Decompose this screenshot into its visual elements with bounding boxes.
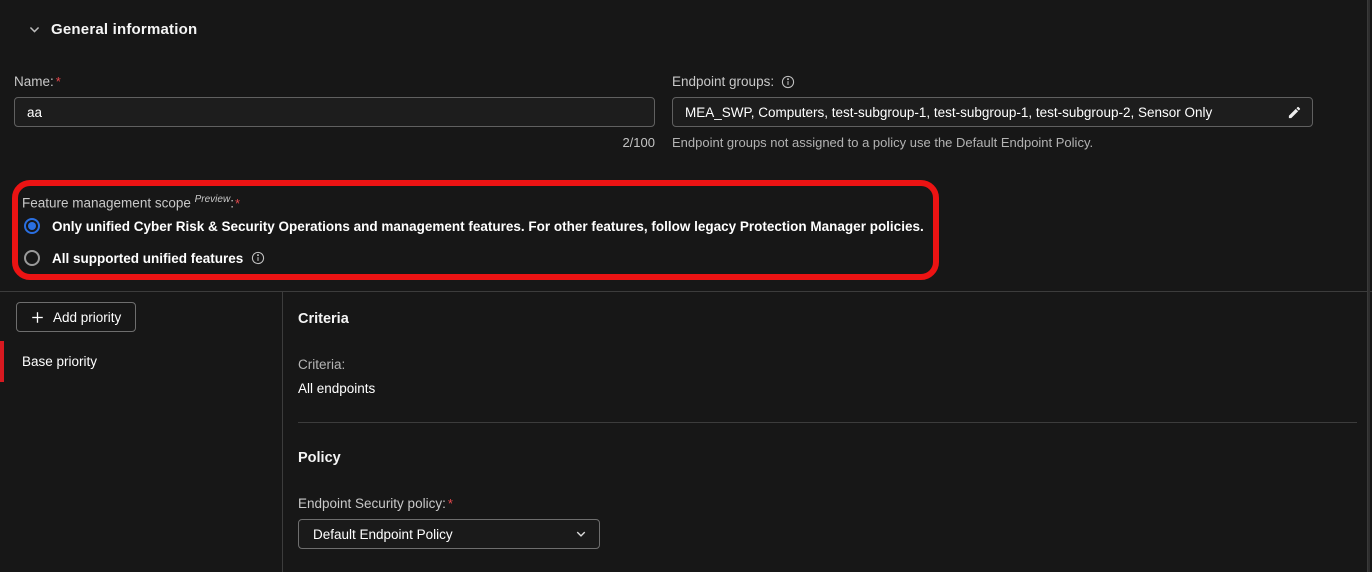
criteria-value: All endpoints (298, 381, 375, 396)
name-input[interactable] (14, 97, 655, 127)
chevron-down-icon (28, 23, 41, 36)
required-asterisk: * (448, 496, 453, 511)
section-divider (298, 422, 1357, 423)
dropdown-selected-value: Default Endpoint Policy (313, 527, 453, 542)
radio-option-label: Only unified Cyber Risk & Security Opera… (52, 219, 924, 234)
endpoint-groups-helper: Endpoint groups not assigned to a policy… (672, 135, 1093, 150)
char-counter: 2/100 (14, 135, 655, 150)
info-icon[interactable] (781, 75, 795, 89)
policy-heading: Policy (298, 450, 341, 466)
radio-option-all-supported[interactable]: All supported unified features (24, 250, 265, 266)
endpoint-groups-field[interactable]: MEA_SWP, Computers, test-subgroup-1, tes… (672, 97, 1313, 127)
required-asterisk: * (235, 196, 240, 211)
info-icon[interactable] (251, 251, 265, 265)
radio-option-label: All supported unified features (52, 251, 265, 266)
criteria-label: Criteria: (298, 357, 345, 372)
criteria-heading: Criteria (298, 311, 349, 327)
edit-pencil-icon[interactable] (1287, 105, 1302, 120)
endpoint-groups-label: Endpoint groups: (672, 74, 795, 89)
priority-item-base[interactable]: Base priority (0, 341, 282, 382)
radio-selected-icon[interactable] (24, 218, 40, 234)
feature-scope-label: Feature management scope Preview:* (22, 194, 240, 211)
endpoint-security-policy-label: Endpoint Security policy:* (298, 496, 453, 511)
preview-tag: Preview (195, 194, 231, 205)
section-title: General information (51, 21, 197, 38)
plus-icon (31, 311, 44, 324)
endpoint-security-policy-dropdown[interactable]: Default Endpoint Policy (298, 519, 600, 549)
scrollbar-track[interactable] (1367, 0, 1370, 572)
radio-unselected-icon[interactable] (24, 250, 40, 266)
name-label: Name:* (14, 74, 61, 89)
priority-item-label: Base priority (22, 354, 97, 369)
general-information-header[interactable]: General information (28, 21, 197, 38)
radio-option-unified-cyber-risk[interactable]: Only unified Cyber Risk & Security Opera… (24, 218, 924, 234)
horizontal-divider (0, 291, 1372, 292)
chevron-down-icon (575, 528, 587, 540)
endpoint-groups-value: MEA_SWP, Computers, test-subgroup-1, tes… (685, 105, 1277, 120)
add-priority-label: Add priority (53, 310, 121, 325)
required-asterisk: * (56, 74, 61, 89)
add-priority-button[interactable]: Add priority (16, 302, 136, 332)
vertical-divider (282, 292, 283, 572)
